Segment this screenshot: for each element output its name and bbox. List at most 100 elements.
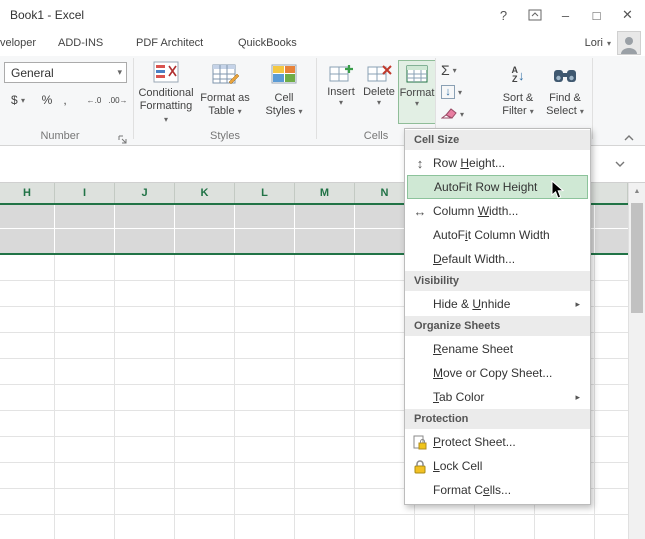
chevron-down-icon: ▾ [21,96,25,105]
chevron-down-icon: ▾ [453,66,457,75]
find-select-button[interactable]: Find & Select ▾ [542,58,588,126]
menu-section-cell-size: Cell Size [405,130,590,150]
protect-sheet-icon [407,435,433,450]
format-as-table-button[interactable]: Format as Table ▾ [197,58,253,126]
menu-item-label: Tab Color [433,390,484,404]
tab-pdf-architect[interactable]: PDF Architect [130,30,209,56]
clear-button[interactable]: ▾ [441,104,464,124]
dialog-launcher-icon [118,135,128,145]
chevron-down-icon: ▾ [530,107,534,116]
menu-item-lock-cell[interactable]: Lock Cell [407,454,588,478]
number-format-select[interactable]: General ▾ [4,62,127,83]
menu-item-label: Rename Sheet [433,342,513,356]
person-icon [619,34,639,54]
menu-section-visibility: Visibility [405,271,590,291]
decrease-decimal-button[interactable]: .00→ [106,90,130,110]
group-separator [133,58,134,139]
sort-down-arrow-icon: ↓ [518,68,525,83]
cell-styles-button[interactable]: Cell Styles ▾ [258,58,310,126]
number-group-label: Number [0,130,120,142]
tab-developer-partial[interactable]: veloper [0,30,42,56]
menu-item-label: Format Cells... [433,483,511,497]
scrollbar-thumb[interactable] [631,203,643,313]
window-title: Book1 - Excel [10,8,84,22]
number-format-value: General [11,66,54,80]
menu-item-label: Default Width... [433,252,515,266]
delete-label: Delete [363,86,395,98]
format-cells-menu-button[interactable]: Format ▾ [398,60,436,124]
vertical-scrollbar[interactable]: ▲ [628,183,645,539]
avatar[interactable] [617,31,641,55]
format-as-table-label-2: Table [208,105,234,117]
insert-cells-icon [328,60,354,86]
chevron-down-icon: ▾ [415,99,419,108]
styles-group-label: Styles [134,130,316,142]
sort-filter-button[interactable]: A Z ↓ Sort & Filter ▾ [496,58,540,126]
comma-style-button[interactable]: , [58,90,72,110]
format-icon [404,61,430,87]
delete-cells-button[interactable]: Delete ▾ [360,60,398,124]
insert-label: Insert [327,86,355,98]
insert-cells-button[interactable]: Insert ▾ [322,60,360,124]
menu-item-row-height[interactable]: ↕Row Height... [407,151,588,175]
collapse-ribbon-button[interactable] [621,132,637,144]
chevron-down-icon: ▾ [458,88,462,97]
chevron-down-icon [614,160,626,168]
number-dialog-launcher[interactable] [118,132,130,144]
menu-item-hide-unhide[interactable]: Hide & Unhide▸ [407,292,588,316]
menu-item-label: Move or Copy Sheet... [433,366,552,380]
percent-style-button[interactable]: % [38,90,56,110]
column-header-l[interactable]: L [235,183,295,203]
autosum-button[interactable]: Σ ▾ [441,60,457,80]
ribbon-tab-bar: veloper ADD-INS PDF Architect QuickBooks… [0,30,645,56]
help-button[interactable]: ? [490,4,517,26]
conditional-formatting-button[interactable]: Conditional Formatting ▾ [137,58,195,126]
menu-item-tab-color[interactable]: Tab Color▸ [407,385,588,409]
chevron-down-icon: ▾ [164,115,168,124]
increase-decimal-button[interactable]: ←.0 [82,90,106,110]
account-menu[interactable]: Lori ▾ [585,30,611,56]
column-header-j[interactable]: J [115,183,175,203]
chevron-down-icon: ▾ [238,107,242,116]
scroll-up-button[interactable]: ▲ [629,183,645,200]
chevron-down-icon: ▾ [580,107,584,116]
tab-add-ins[interactable]: ADD-INS [52,30,109,56]
menu-item-label: Lock Cell [433,459,482,473]
format-as-table-label-1: Format as [200,92,250,105]
accounting-format-button[interactable]: $ ▾ [4,90,32,110]
group-separator [592,58,593,139]
accounting-label: $ [11,93,18,107]
group-separator [435,58,436,139]
account-name: Lori [585,37,603,49]
minimize-button[interactable]: – [552,4,579,26]
menu-item-default-width[interactable]: Default Width... [407,247,588,271]
group-separator [316,58,317,139]
menu-item-move-or-copy-sheet[interactable]: Move or Copy Sheet... [407,361,588,385]
menu-item-format-c-ells[interactable]: Format Cells... [407,478,588,502]
menu-item-rename-sheet[interactable]: Rename Sheet [407,337,588,361]
close-button[interactable]: ✕ [614,4,641,26]
menu-item-label: Column Width... [433,204,518,218]
menu-item-protect-sheet[interactable]: Protect Sheet... [407,430,588,454]
menu-item-label: Hide & Unhide [433,297,510,311]
menu-item-label: Protect Sheet... [433,435,516,449]
maximize-button[interactable]: □ [583,4,610,26]
title-bar[interactable]: Book1 - Excel ? – □ ✕ [0,0,645,30]
column-header-k[interactable]: K [175,183,235,203]
ribbon-display-options-button[interactable] [521,4,548,26]
lock-icon [407,459,433,474]
column-header-h[interactable]: H [0,183,55,203]
conditional-formatting-icon [152,58,180,87]
eraser-icon [441,106,457,122]
fill-button[interactable]: ↓ ▾ [441,82,462,102]
tab-quickbooks[interactable]: QuickBooks [232,30,303,56]
cell-styles-label-2: Styles [265,105,295,117]
conditional-formatting-label-1: Conditional [138,87,193,100]
column-header-m[interactable]: M [295,183,355,203]
menu-item-label: AutoFit Column Width [433,228,550,242]
chevron-down-icon: ▾ [339,98,343,107]
format-label: Format [400,87,435,99]
column-header-i[interactable]: I [55,183,115,203]
menu-item-autof-it-column-width[interactable]: AutoFit Column Width [407,223,588,247]
expand-formula-bar-button[interactable] [611,157,629,171]
